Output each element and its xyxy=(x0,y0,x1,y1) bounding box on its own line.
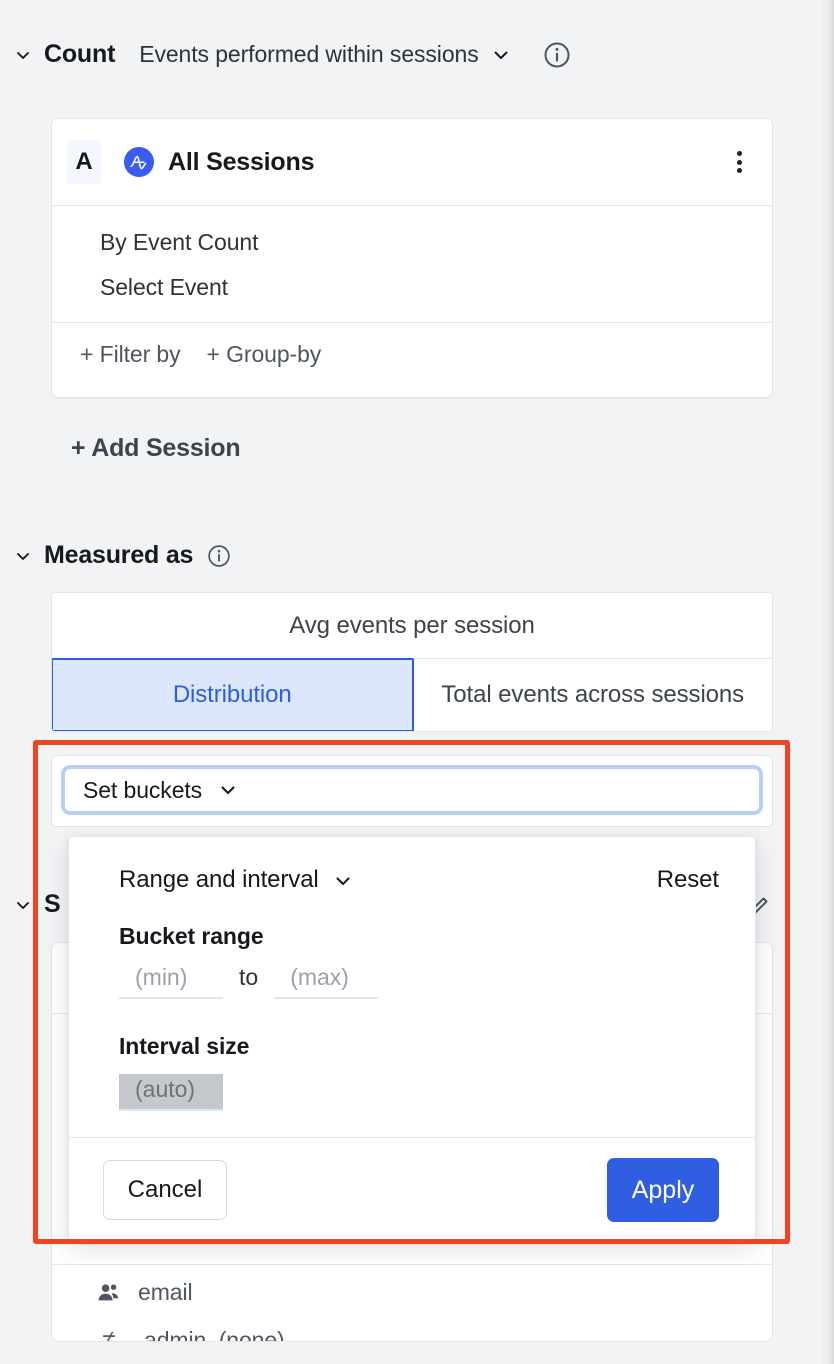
set-buckets-dropdown[interactable]: Set buckets xyxy=(61,765,763,815)
bucket-mode-label: Range and interval xyxy=(119,866,319,894)
count-metric-chevron-down-icon[interactable] xyxy=(491,45,511,65)
segment-property-row[interactable]: email xyxy=(52,1265,772,1320)
measured-as-collapse-chevron-down-icon[interactable] xyxy=(14,547,32,565)
count-collapse-chevron-down-icon[interactable] xyxy=(14,46,32,64)
bucket-range-label: Bucket range xyxy=(119,923,705,950)
add-group-by-button[interactable]: + Group-by xyxy=(207,341,322,368)
session-card: A All Sessions By Event Count Select Eve… xyxy=(51,118,773,398)
count-section-header: Count Events performed within sessions xyxy=(14,40,571,69)
set-buckets-label: Set buckets xyxy=(83,777,202,804)
add-filter-by-button[interactable]: + Filter by xyxy=(80,341,181,368)
segment-section-title: S xyxy=(44,890,60,919)
segment-filter-values: admin, (none) xyxy=(144,1327,285,1343)
popup-body: Bucket range to Interval size xyxy=(69,923,755,1137)
people-icon xyxy=(96,1280,122,1306)
bucket-range-row: to xyxy=(119,964,705,999)
measured-as-options: Avg events per session Distribution Tota… xyxy=(51,592,773,732)
session-card-body: By Event Count Select Event xyxy=(52,206,772,322)
not-equals-operator: ≠ xyxy=(96,1326,122,1342)
session-by-event-count[interactable]: By Event Count xyxy=(52,220,772,265)
count-metric-dropdown-value[interactable]: Events performed within sessions xyxy=(139,41,478,68)
count-section-title: Count xyxy=(44,40,115,69)
count-info-circle-icon[interactable] xyxy=(543,41,571,69)
cancel-button[interactable]: Cancel xyxy=(103,1160,227,1220)
session-card-title: All Sessions xyxy=(168,148,314,177)
interval-size-input[interactable] xyxy=(119,1074,223,1111)
bucket-mode-chevron-down-icon xyxy=(333,870,353,890)
interval-size-label: Interval size xyxy=(119,1033,705,1060)
apply-button[interactable]: Apply xyxy=(607,1158,719,1222)
bucket-mode-dropdown[interactable]: Range and interval xyxy=(119,866,353,894)
set-buckets-chevron-down-icon xyxy=(218,780,238,800)
page-edge-shadow xyxy=(820,0,834,1364)
session-select-event[interactable]: Select Event xyxy=(52,265,772,310)
segment-section-header: S xyxy=(14,890,60,919)
bucket-range-to-label: to xyxy=(239,964,258,991)
measured-as-option-avg[interactable]: Avg events per session xyxy=(52,593,772,659)
popup-footer: Cancel Apply xyxy=(69,1138,755,1240)
amplitude-logo-icon xyxy=(124,147,154,177)
bucket-range-min-input[interactable] xyxy=(119,964,223,999)
measured-as-option-distribution[interactable]: Distribution xyxy=(51,658,414,732)
segment-collapse-chevron-down-icon[interactable] xyxy=(14,896,32,914)
popup-header: Range and interval Reset xyxy=(69,837,755,923)
measured-as-section-header: Measured as xyxy=(14,541,231,570)
measured-as-title: Measured as xyxy=(44,541,193,570)
add-session-button[interactable]: + Add Session xyxy=(71,434,240,463)
set-buckets-popup: Range and interval Reset Bucket range to… xyxy=(68,836,756,1240)
session-card-kebab-menu-icon[interactable] xyxy=(728,149,750,175)
segment-filter-row[interactable]: ≠ admin, (none) xyxy=(52,1320,772,1342)
set-buckets-container: Set buckets xyxy=(51,755,773,827)
session-card-footer: + Filter by + Group-by xyxy=(52,323,772,385)
measured-as-option-total-events[interactable]: Total events across sessions xyxy=(414,659,773,731)
app-root: Count Events performed within sessions A xyxy=(0,0,834,1364)
segment-property-label: email xyxy=(138,1279,192,1306)
session-letter-badge: A xyxy=(66,140,102,184)
measured-as-info-circle-icon[interactable] xyxy=(207,544,231,568)
reset-button[interactable]: Reset xyxy=(657,866,719,894)
bucket-range-max-input[interactable] xyxy=(274,964,378,999)
session-card-header: A All Sessions xyxy=(52,119,772,205)
